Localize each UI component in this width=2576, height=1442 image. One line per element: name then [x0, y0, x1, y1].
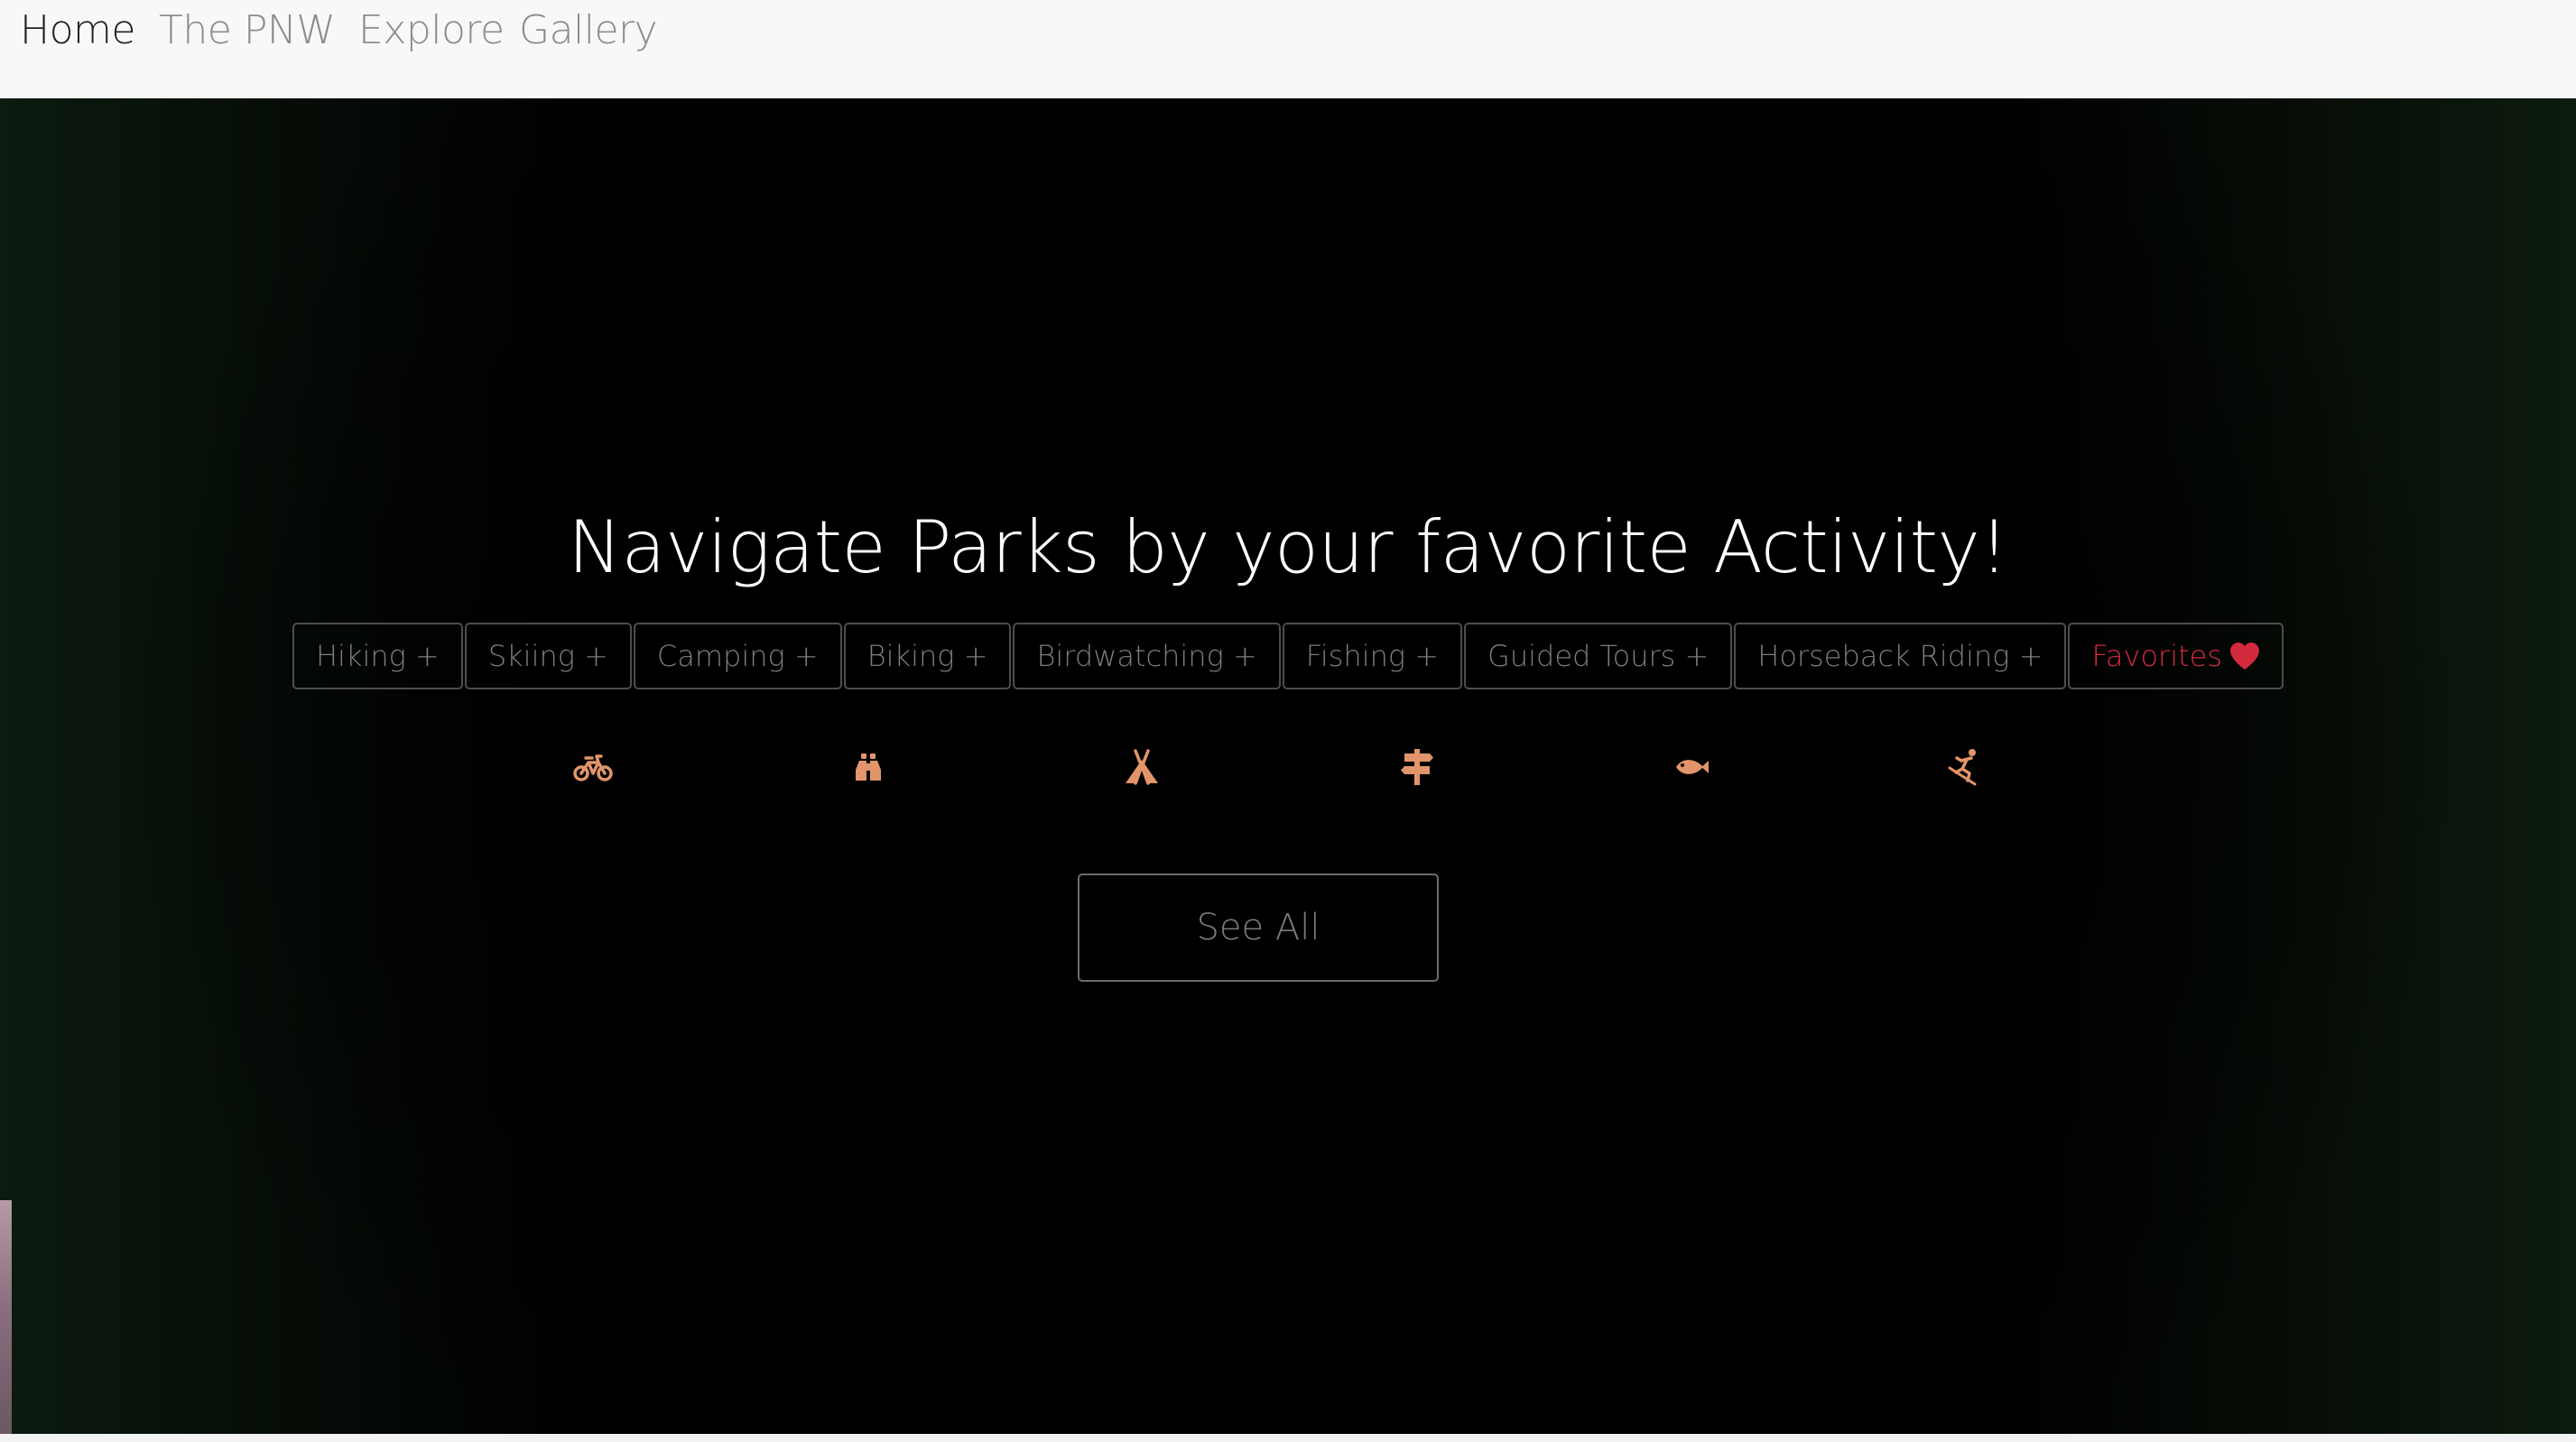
skier-icon[interactable] [1945, 747, 1985, 787]
signpost-icon[interactable] [1397, 747, 1437, 787]
bicycle-icon[interactable] [573, 747, 613, 787]
heart-icon [2229, 642, 2260, 670]
favorites-label: Favorites [2091, 639, 2222, 673]
filter-skiing-button[interactable]: Skiing + [464, 623, 632, 689]
see-all-button[interactable]: See All [1078, 874, 1439, 982]
filter-favorites-button[interactable]: Favorites [2068, 623, 2284, 689]
filter-birdwatching-button[interactable]: Birdwatching + [1013, 623, 1281, 689]
nav-link-explore[interactable]: Explore [358, 7, 505, 53]
filter-guided-tours-button[interactable]: Guided Tours + [1464, 623, 1733, 689]
filter-fishing-button[interactable]: Fishing + [1282, 623, 1463, 689]
filter-hiking-button[interactable]: Hiking + [292, 623, 463, 689]
hero-title: Navigate Parks by your favorite Activity… [568, 505, 2008, 589]
filter-horseback-riding-button[interactable]: Horseback Riding + [1734, 623, 2067, 689]
nav-link-gallery[interactable]: Gallery [519, 7, 658, 53]
top-navigation-bar: Home The PNW Explore Gallery [0, 0, 2576, 98]
activity-icon-row [0, 747, 2576, 790]
activity-filter-row: Hiking + Skiing + Camping + Biking + Bir… [0, 623, 2576, 689]
filter-camping-button[interactable]: Camping + [633, 623, 842, 689]
tent-icon[interactable] [1122, 747, 1162, 787]
filter-biking-button[interactable]: Biking + [843, 623, 1012, 689]
nav-link-the-pnw[interactable]: The PNW [159, 7, 336, 53]
nav-link-home[interactable]: Home [20, 7, 135, 53]
fish-icon[interactable] [1671, 747, 1710, 787]
bottom-edge [0, 1434, 2576, 1442]
binoculars-icon[interactable] [848, 747, 888, 787]
side-image-thumbnail [0, 1200, 12, 1434]
